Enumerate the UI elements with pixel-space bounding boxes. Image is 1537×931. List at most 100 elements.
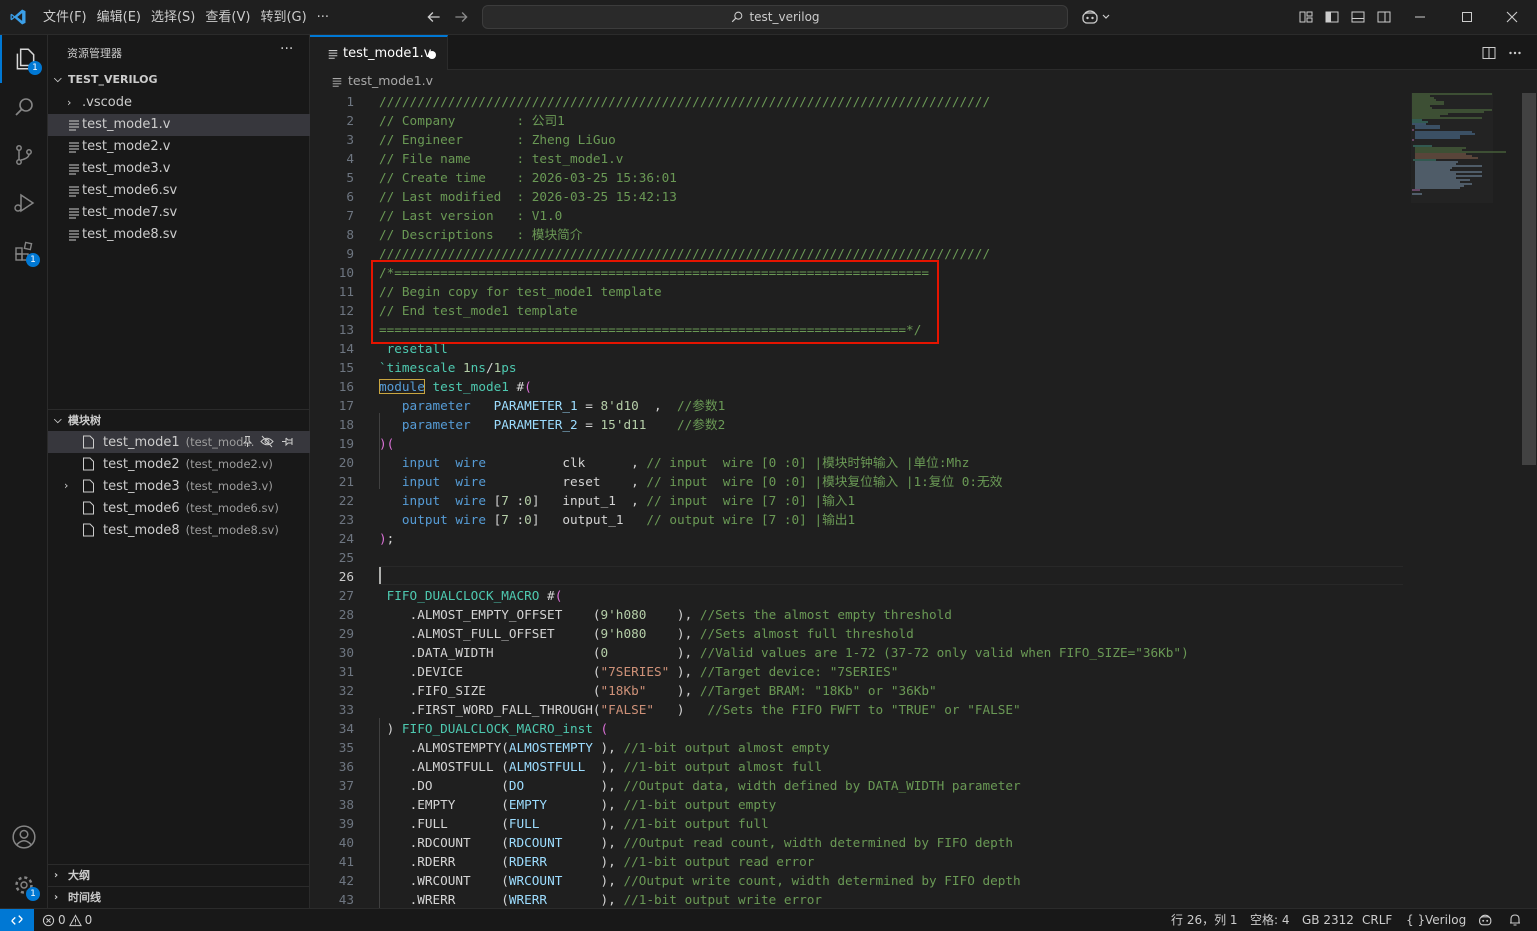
- eye-closed-icon[interactable]: [260, 435, 274, 448]
- line-number[interactable]: 2: [310, 111, 354, 130]
- accounts-activity[interactable]: [0, 813, 48, 861]
- code-line[interactable]: .FIRST_WORD_FALL_THROUGH("FALSE" ) //Set…: [379, 700, 1021, 719]
- end-of-line[interactable]: CRLF: [1362, 909, 1392, 931]
- minimap[interactable]: [1400, 93, 1520, 908]
- timeline-header[interactable]: › 时间线: [48, 887, 310, 909]
- line-number[interactable]: 36: [310, 757, 354, 776]
- forward-arrow-icon[interactable]: [452, 8, 470, 26]
- line-number[interactable]: 31: [310, 662, 354, 681]
- line-number[interactable]: 33: [310, 700, 354, 719]
- code-line[interactable]: FIFO_DUALCLOCK_MACRO #(: [379, 586, 563, 605]
- line-number[interactable]: 34: [310, 719, 354, 738]
- module-item-test-mode2[interactable]: test_mode2 (test_mode2.v): [48, 453, 310, 475]
- line-number[interactable]: 9: [310, 244, 354, 263]
- code-line[interactable]: .ALMOSTEMPTY(ALMOSTEMPTY ), //1-bit outp…: [379, 738, 830, 757]
- code-line[interactable]: .ALMOSTFULL (ALMOSTFULL ), //1-bit outpu…: [379, 757, 823, 776]
- line-number[interactable]: 28: [310, 605, 354, 624]
- line-number[interactable]: 18: [310, 415, 354, 434]
- menu-more[interactable]: ···: [312, 0, 334, 35]
- pin-side-icon[interactable]: [281, 435, 295, 448]
- line-number[interactable]: 40: [310, 833, 354, 852]
- pin-icon[interactable]: [241, 435, 254, 448]
- code-line[interactable]: );: [379, 529, 394, 548]
- outline-header[interactable]: › 大纲: [48, 865, 310, 887]
- line-number[interactable]: 42: [310, 871, 354, 890]
- customize-layout-icon[interactable]: [1298, 9, 1314, 25]
- menu-selection[interactable]: 选择(S): [146, 0, 200, 35]
- menu-edit[interactable]: 编辑(E): [92, 0, 146, 35]
- extensions-activity[interactable]: 1: [0, 227, 48, 275]
- file-item-test-mode8[interactable]: test_mode8.sv: [48, 224, 310, 246]
- folder-header[interactable]: ⌵ TEST_VERILOG: [48, 69, 310, 91]
- line-number[interactable]: 15: [310, 358, 354, 377]
- code-line[interactable]: ////////////////////////////////////////…: [379, 93, 990, 111]
- code-line[interactable]: input wire reset , // input wire [0 :0] …: [379, 472, 1003, 491]
- toggle-primary-sidebar-icon[interactable]: [1324, 9, 1340, 25]
- code-line[interactable]: // Engineer : Zheng LiGuo: [379, 130, 616, 149]
- code-line[interactable]: .WRCOUNT (WRCOUNT ), //Output write coun…: [379, 871, 1021, 890]
- line-number[interactable]: 3: [310, 130, 354, 149]
- code-line[interactable]: .WRERR (WRERR ), //1-bit output write er…: [379, 890, 823, 908]
- line-number[interactable]: 17: [310, 396, 354, 415]
- line-number[interactable]: 39: [310, 814, 354, 833]
- line-number[interactable]: 27: [310, 586, 354, 605]
- code-line[interactable]: // Last version : V1.0: [379, 206, 562, 225]
- tab-test-mode1[interactable]: test_mode1.v: [310, 35, 448, 70]
- line-number[interactable]: 22: [310, 491, 354, 510]
- back-arrow-icon[interactable]: [425, 8, 443, 26]
- code-line[interactable]: )(: [379, 434, 394, 453]
- line-number[interactable]: 25: [310, 548, 354, 567]
- chevron-down-icon[interactable]: [1101, 9, 1111, 25]
- code-line[interactable]: .ALMOST_FULL_OFFSET (9'h080 ), //Sets al…: [379, 624, 914, 643]
- split-editor-icon[interactable]: [1481, 45, 1497, 61]
- line-number[interactable]: 38: [310, 795, 354, 814]
- code-line[interactable]: output wire [7 :0] output_1 // output wi…: [379, 510, 855, 529]
- code-line[interactable]: input wire clk , // input wire [0 :0] |模…: [379, 453, 970, 472]
- run-debug-activity[interactable]: [0, 179, 48, 227]
- code-line[interactable]: parameter PARAMETER_2 = 15'd11 //参数2: [379, 415, 725, 434]
- code-line[interactable]: .DATA_WIDTH (0 ), //Valid values are 1-7…: [379, 643, 1189, 662]
- file-item-test-mode6[interactable]: test_mode6.sv: [48, 180, 310, 202]
- more-actions-icon[interactable]: [1507, 45, 1523, 61]
- file-item-test-mode7[interactable]: test_mode7.sv: [48, 202, 310, 224]
- explorer-activity[interactable]: 1: [0, 35, 48, 83]
- code-line[interactable]: // Descriptions : 模块简介: [379, 225, 583, 244]
- notifications-bell-icon[interactable]: [1508, 913, 1522, 927]
- line-number[interactable]: 26: [310, 567, 354, 586]
- line-number[interactable]: 35: [310, 738, 354, 757]
- line-number[interactable]: 12: [310, 301, 354, 320]
- code-line[interactable]: // File name : test_mode1.v: [379, 149, 623, 168]
- line-number[interactable]: 37: [310, 776, 354, 795]
- line-number[interactable]: 20: [310, 453, 354, 472]
- line-number[interactable]: 11: [310, 282, 354, 301]
- code-line[interactable]: // Company : 公司1: [379, 111, 565, 130]
- code-line[interactable]: .RDCOUNT (RDCOUNT ), //Output read count…: [379, 833, 1013, 852]
- copilot-status-icon[interactable]: [1478, 913, 1494, 927]
- code-line[interactable]: input wire [7 :0] input_1 , // input wir…: [379, 491, 855, 510]
- problems-indicator[interactable]: 0 0: [42, 909, 92, 931]
- editor-scrollbar-thumb[interactable]: [1522, 93, 1536, 465]
- line-number[interactable]: 43: [310, 890, 354, 908]
- module-tree-header[interactable]: ⌵ 模块树: [48, 410, 310, 432]
- line-number[interactable]: 8: [310, 225, 354, 244]
- code-line[interactable]: .DO (DO ), //Output data, width defined …: [379, 776, 1021, 795]
- line-number[interactable]: 5: [310, 168, 354, 187]
- line-number[interactable]: 29: [310, 624, 354, 643]
- module-item-test-mode6[interactable]: test_mode6 (test_mode6.sv): [48, 497, 310, 519]
- toggle-panel-icon[interactable]: [1350, 9, 1366, 25]
- code-line[interactable]: // Last modified : 2026-03-25 15:42:13: [379, 187, 677, 206]
- code-line[interactable]: .EMPTY (EMPTY ), //1-bit output empty: [379, 795, 777, 814]
- code-line[interactable]: module test_mode1 #(: [379, 377, 532, 396]
- language-mode[interactable]: Verilog: [1425, 909, 1466, 931]
- code-line[interactable]: .FULL (FULL ), //1-bit output full: [379, 814, 769, 833]
- toggle-secondary-sidebar-icon[interactable]: [1376, 9, 1392, 25]
- encoding[interactable]: GB 2312: [1302, 909, 1354, 931]
- maximize-icon[interactable]: [1459, 9, 1475, 25]
- file-item-test-mode2[interactable]: test_mode2.v: [48, 136, 310, 158]
- line-number[interactable]: 32: [310, 681, 354, 700]
- manage-activity[interactable]: 1: [0, 861, 48, 909]
- code-line[interactable]: parameter PARAMETER_1 = 8'd10 , //参数1: [379, 396, 725, 415]
- copilot-icon[interactable]: [1081, 9, 1101, 25]
- line-number[interactable]: 6: [310, 187, 354, 206]
- code-line[interactable]: // Create time : 2026-03-25 15:36:01: [379, 168, 677, 187]
